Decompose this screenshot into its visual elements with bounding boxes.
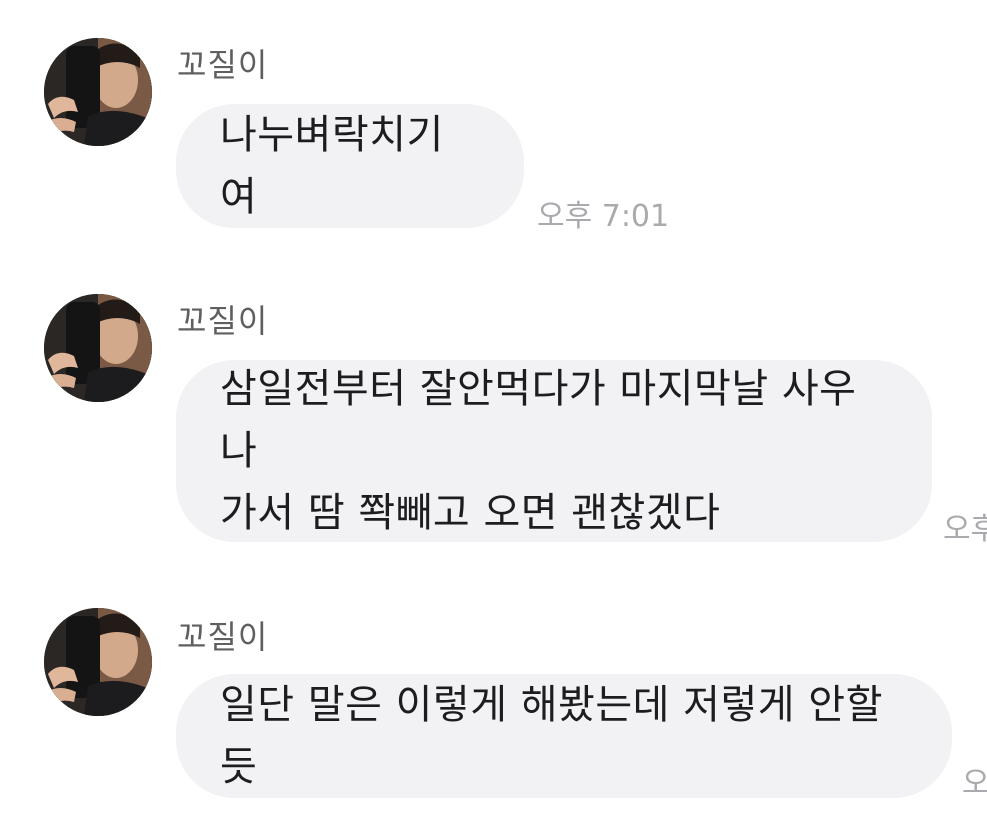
sender-name: 꼬질이 (177, 618, 269, 656)
message-group: 꼬질이 일단 말은 이렇게 해봤는데 저렇게 안할듯 오 (0, 0, 987, 826)
message-timestamp: 오 (962, 766, 987, 801)
message-bubble[interactable]: 일단 말은 이렇게 해봤는데 저렇게 안할듯 (176, 674, 952, 798)
chat-view[interactable]: 꼬질이 나누벼락치기여 오후 7:01 꼬질이 삼일전부터 잘안먹다가 마지막날… (0, 0, 987, 826)
profile-photo-icon (44, 608, 152, 716)
message-text: 일단 말은 이렇게 해봤는데 저렇게 안할듯 (220, 682, 883, 790)
avatar[interactable] (44, 608, 152, 716)
